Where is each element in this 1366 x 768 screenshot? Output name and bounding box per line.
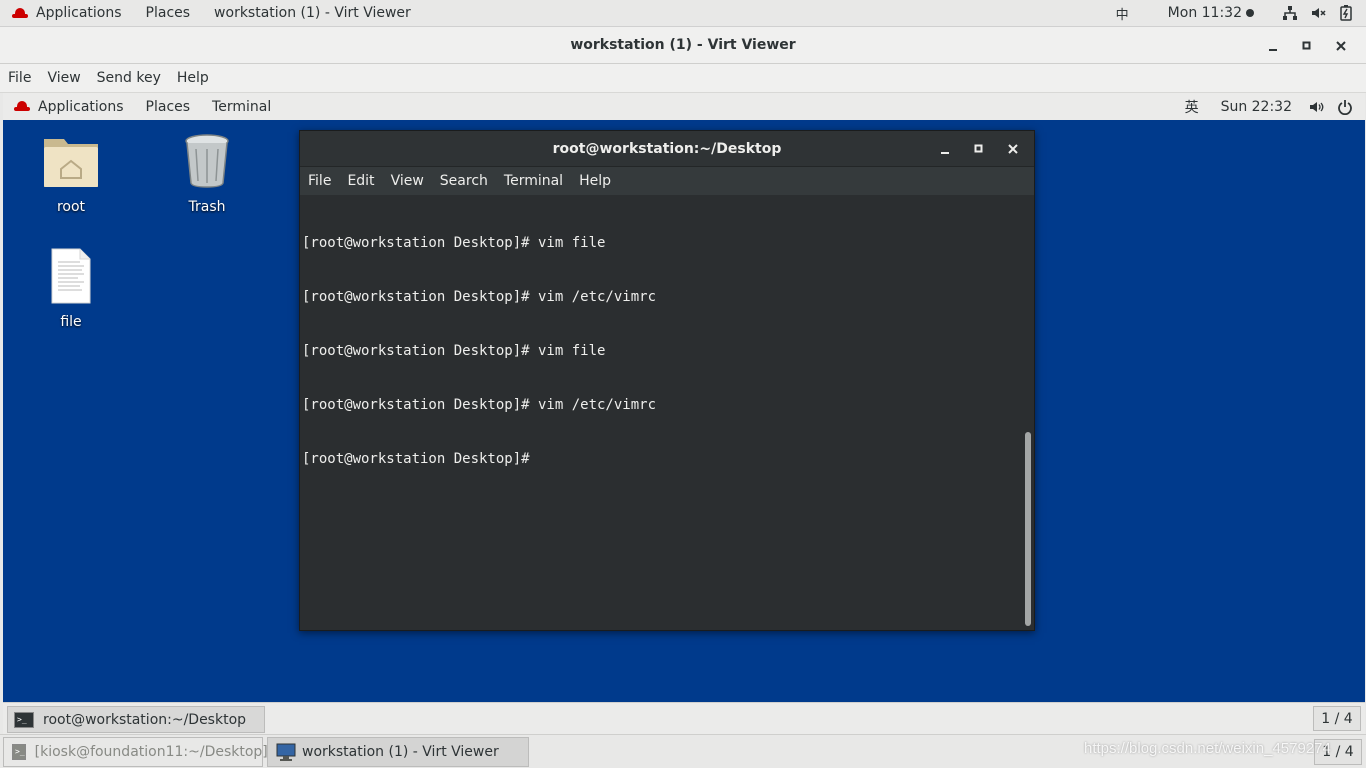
host-taskbar-item-label: workstation (1) - Virt Viewer: [302, 744, 499, 760]
virt-viewer-titlebar: workstation (1) - Virt Viewer: [0, 27, 1366, 64]
guest-input-method[interactable]: 英: [1174, 93, 1210, 120]
virt-viewer-title: workstation (1) - Virt Viewer: [570, 37, 796, 53]
close-icon: [1008, 144, 1018, 154]
host-taskbar-item-virt-viewer[interactable]: workstation (1) - Virt Viewer: [267, 737, 529, 767]
network-icon[interactable]: [1276, 0, 1304, 27]
maximize-icon: [974, 144, 983, 153]
host-active-window-menu[interactable]: workstation (1) - Virt Viewer: [202, 0, 423, 27]
host-places-menu[interactable]: Places: [134, 0, 203, 27]
watermark-text: https://blog.csdn.net/weixin_4579274: [1084, 740, 1331, 757]
menu-send-key[interactable]: Send key: [89, 70, 169, 86]
terminal-menu-file[interactable]: File: [300, 173, 339, 189]
guest-workspace-switcher[interactable]: 1 / 4: [1313, 706, 1361, 731]
terminal-titlebar[interactable]: root@workstation:~/Desktop: [300, 131, 1034, 167]
guest-display[interactable]: Applications Places Terminal 英 Sun 22:32…: [3, 93, 1365, 702]
host-clock-label: Mon 11:32: [1167, 5, 1242, 21]
host-applications-label: Applications: [36, 5, 122, 21]
monitor-icon: [276, 743, 296, 761]
host-taskbar-item-label: [kiosk@foundation11:~/Desktop]: [34, 744, 268, 760]
desktop-icon-file[interactable]: file: [26, 248, 116, 330]
host-clock[interactable]: Mon 11:32: [1156, 5, 1262, 21]
menu-view[interactable]: View: [39, 70, 88, 86]
home-folder-icon: [44, 139, 98, 187]
maximize-icon: [1302, 41, 1311, 49]
terminal-menu-terminal[interactable]: Terminal: [496, 173, 571, 189]
guest-applications-menu[interactable]: Applications: [3, 93, 135, 120]
guest-applications-label: Applications: [38, 98, 124, 115]
text-file-icon: [51, 248, 91, 304]
terminal-output[interactable]: [root@workstation Desktop]# vim file [ro…: [300, 196, 1024, 630]
terminal-maximize-button[interactable]: [962, 131, 996, 167]
maximize-button[interactable]: [1290, 27, 1324, 64]
terminal-minimize-button[interactable]: [928, 131, 962, 167]
terminal-window: root@workstation:~/Desktop File Edit Vie…: [299, 130, 1035, 631]
terminal-line: [root@workstation Desktop]# vim file: [302, 235, 606, 251]
desktop-icon-file-label: file: [60, 314, 82, 330]
terminal-menubar: File Edit View Search Terminal Help: [300, 167, 1034, 195]
terminal-title: root@workstation:~/Desktop: [552, 140, 782, 157]
guest-taskbar-terminal-item[interactable]: >_ root@workstation:~/Desktop: [7, 706, 265, 733]
guest-taskbar: >_ root@workstation:~/Desktop 1 / 4: [3, 702, 1365, 734]
desktop-icon-trash[interactable]: Trash: [162, 133, 252, 215]
redhat-logo-icon: [12, 7, 28, 19]
host-top-bar: Applications Places workstation (1) - Vi…: [0, 0, 1366, 27]
menu-help[interactable]: Help: [169, 70, 217, 86]
guest-places-menu[interactable]: Places: [135, 93, 202, 120]
host-taskbar-item-kiosk-terminal[interactable]: >_ [kiosk@foundation11:~/Desktop]: [3, 737, 268, 767]
terminal-scrollbar-thumb[interactable]: [1025, 432, 1031, 626]
guest-power-icon[interactable]: [1331, 93, 1359, 120]
desktop-icon-root-label: root: [56, 199, 86, 215]
close-button[interactable]: [1324, 27, 1358, 64]
guest-volume-icon[interactable]: [1303, 93, 1331, 120]
terminal-icon: >_: [12, 744, 26, 760]
battery-icon[interactable]: [1332, 0, 1360, 27]
terminal-menu-help[interactable]: Help: [571, 173, 619, 189]
terminal-prompt-line: [root@workstation Desktop]#: [302, 451, 539, 467]
terminal-menu-edit[interactable]: Edit: [339, 173, 382, 189]
desktop-icon-trash-label: Trash: [188, 199, 226, 215]
terminal-scrollbar[interactable]: [1024, 196, 1032, 630]
terminal-close-button[interactable]: [996, 131, 1030, 167]
notification-dot-icon: [1246, 9, 1254, 17]
terminal-line: [root@workstation Desktop]# vim /etc/vim…: [302, 397, 657, 413]
terminal-menu-view[interactable]: View: [383, 173, 432, 189]
desktop-icon-root[interactable]: root: [26, 133, 116, 215]
redhat-logo-icon: [14, 101, 30, 112]
close-icon: [1336, 40, 1346, 51]
terminal-line: [root@workstation Desktop]# vim file: [302, 343, 606, 359]
minimize-icon: [941, 152, 949, 154]
guest-terminal-menu[interactable]: Terminal: [201, 93, 282, 120]
minimize-icon: [1269, 48, 1277, 51]
guest-taskbar-item-label: root@workstation:~/Desktop: [43, 711, 247, 728]
terminal-line: [root@workstation Desktop]# vim /etc/vim…: [302, 289, 657, 305]
host-applications-menu[interactable]: Applications: [0, 0, 134, 27]
trash-icon: [185, 134, 229, 188]
guest-clock[interactable]: Sun 22:32: [1210, 93, 1303, 120]
terminal-icon: >_: [14, 711, 34, 728]
minimize-button[interactable]: [1256, 27, 1290, 64]
volume-muted-icon[interactable]: [1304, 0, 1332, 27]
virt-viewer-menubar: File View Send key Help: [0, 64, 1366, 93]
host-input-method[interactable]: 中: [1104, 0, 1140, 27]
guest-top-bar: Applications Places Terminal 英 Sun 22:32: [3, 93, 1365, 120]
terminal-menu-search[interactable]: Search: [432, 173, 496, 189]
menu-file[interactable]: File: [0, 70, 39, 86]
